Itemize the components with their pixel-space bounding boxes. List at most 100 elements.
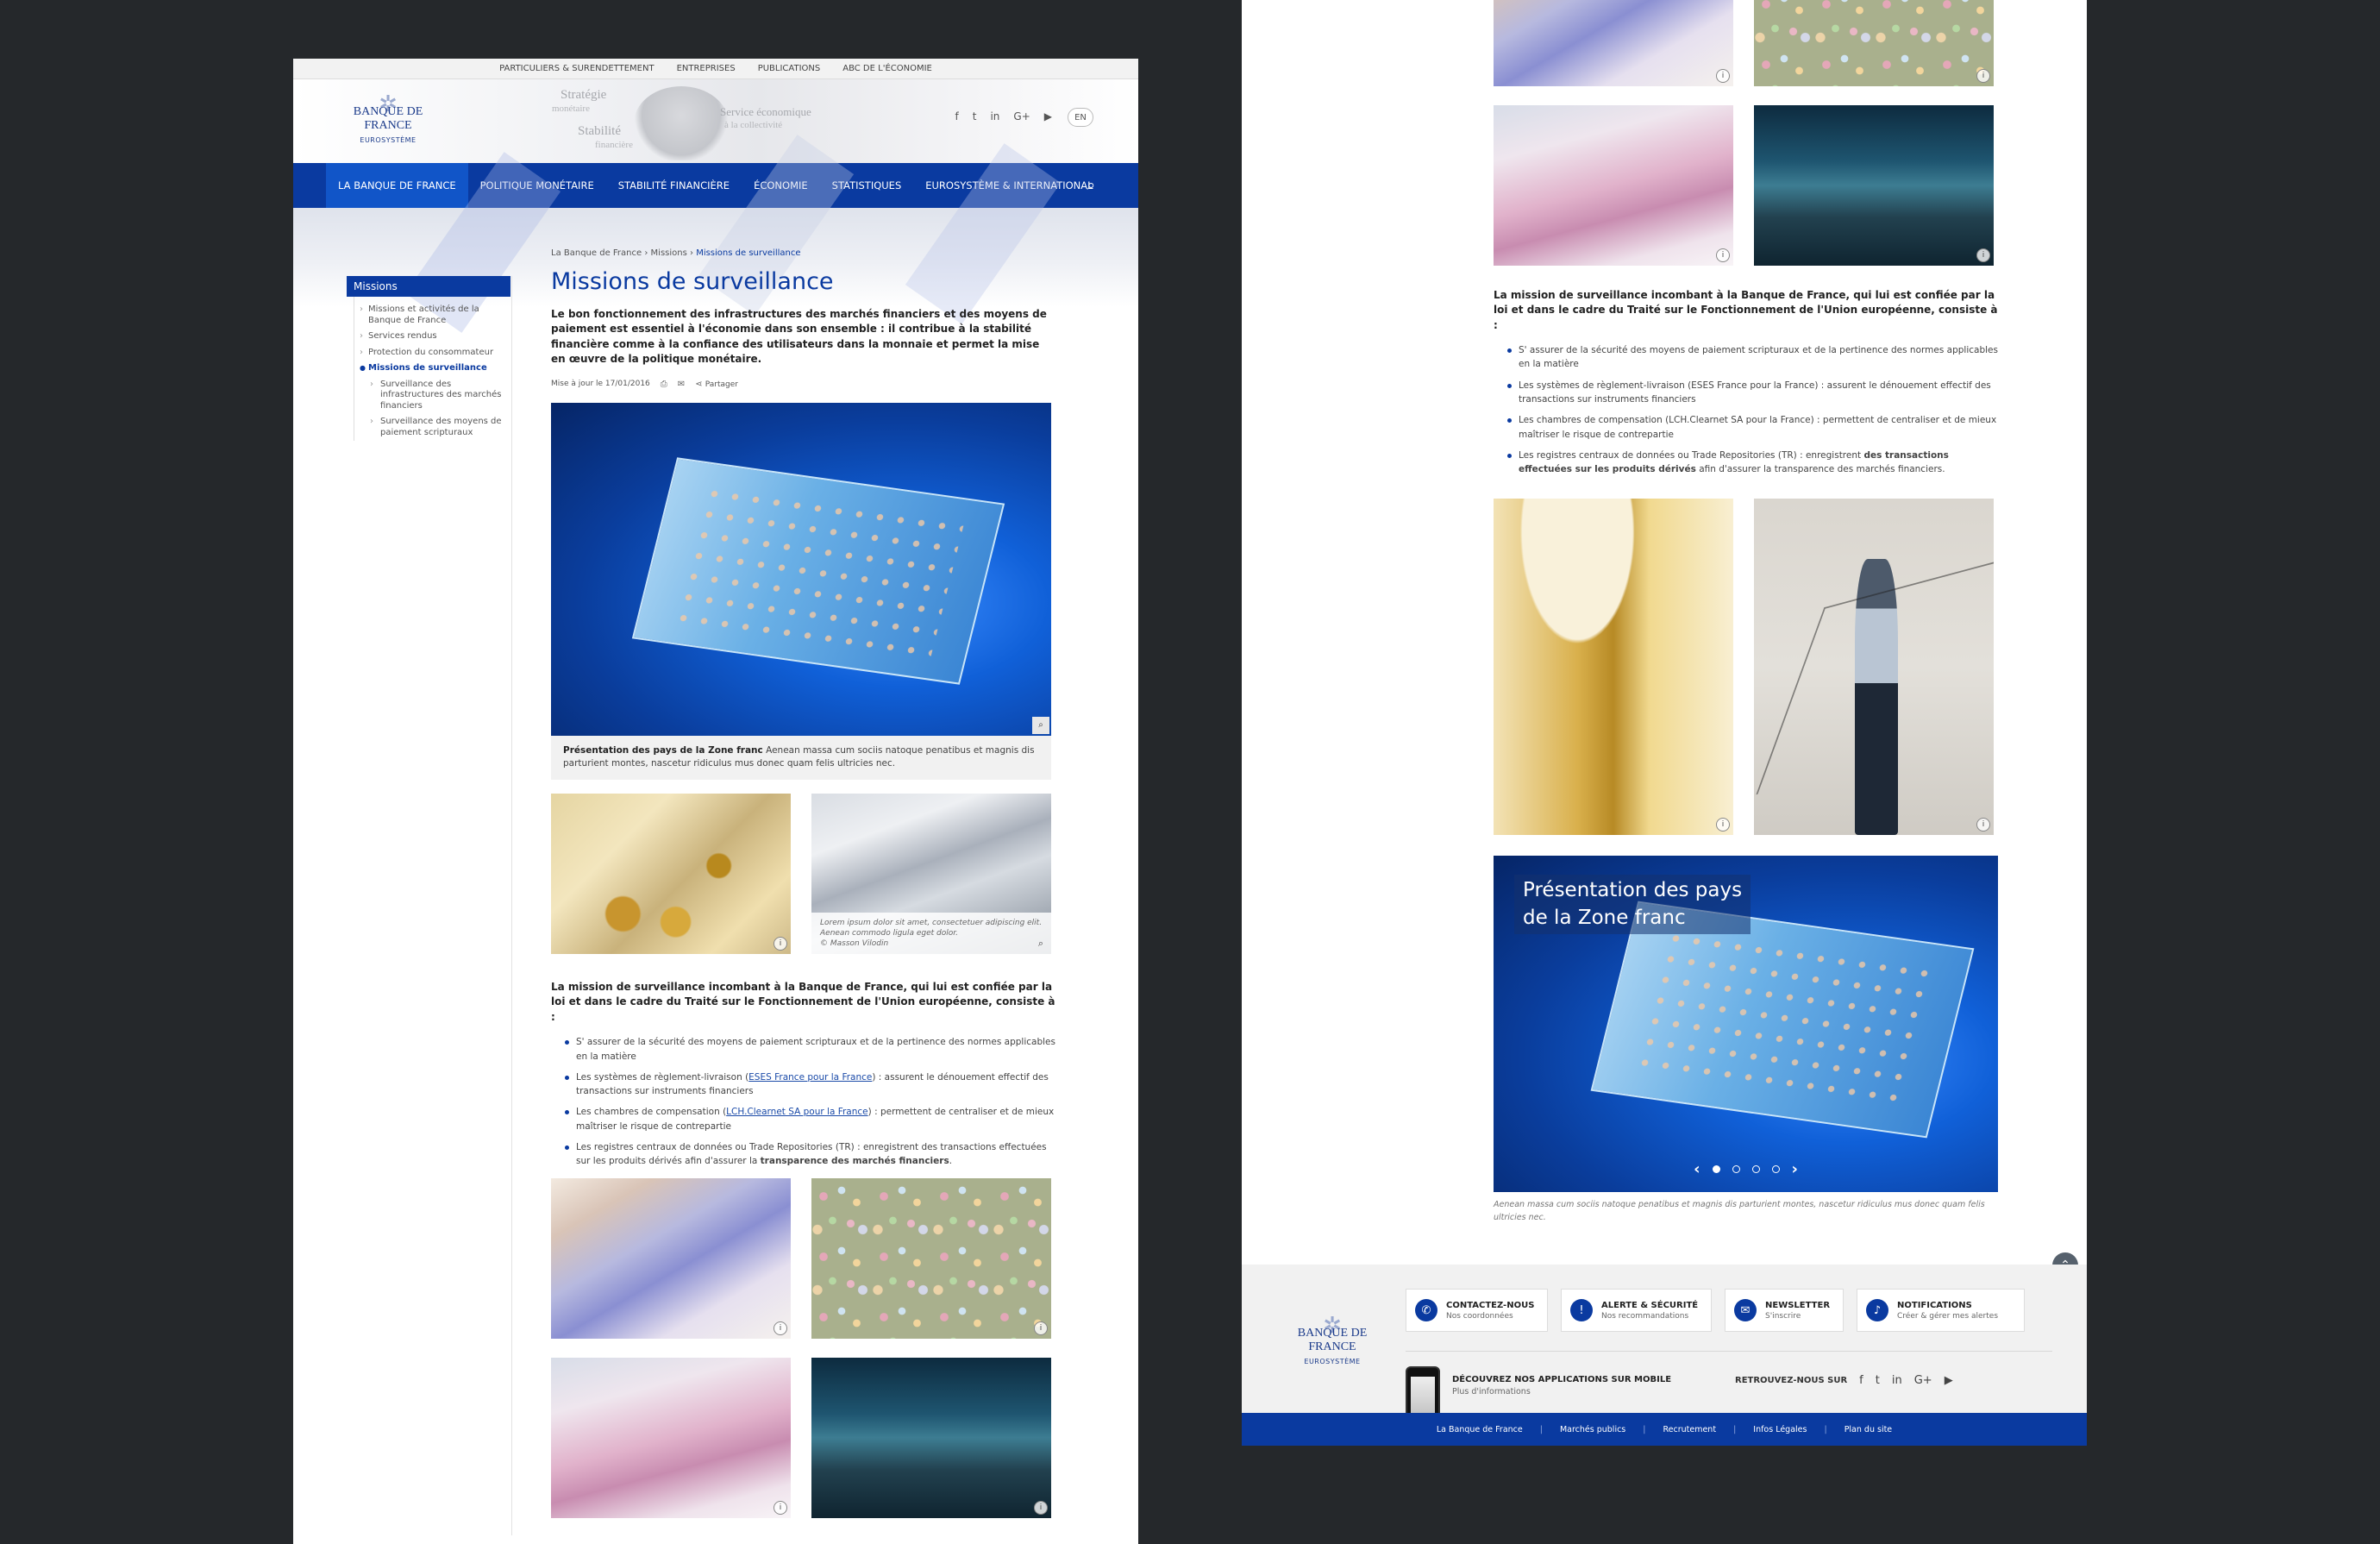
list-item-text: afin d'assurer la transparence des march… [1695, 464, 1945, 475]
googleplus-icon[interactable]: G+ [1914, 1374, 1932, 1387]
utility-link-publications[interactable]: PUBLICATIONS [758, 64, 821, 73]
carousel-title-line: de la Zone franc [1523, 907, 1686, 930]
social-links: f t in G+ ▶ [955, 110, 1053, 122]
carousel-title: Présentation des pays de la Zone franc [1514, 875, 1751, 934]
gallery-image-confetti[interactable]: i [811, 1178, 1051, 1340]
gallery-image-hologram[interactable]: i [1494, 0, 1733, 86]
utility-link-particuliers[interactable]: PARTICULIERS & SURENDETTEMENT [499, 64, 654, 73]
list-item: Les registres centraux de données ou Tra… [1507, 449, 1998, 477]
share-icon: ⋖ [695, 379, 705, 389]
utility-link-entreprises[interactable]: ENTREPRISES [677, 64, 736, 73]
info-icon[interactable]: i [774, 1321, 787, 1336]
bdf-logo[interactable]: ✲ BANQUE DE FRANCE EUROSYSTÈME [332, 93, 444, 144]
info-icon[interactable]: i [1716, 818, 1730, 832]
breadcrumb-chevron-icon: › [644, 248, 651, 258]
footer-link[interactable]: Recrutement [1663, 1425, 1716, 1434]
footer-tile-contact[interactable]: ✆ CONTACTEZ-NOUS Nos coordonnées [1406, 1289, 1548, 1332]
sidebar-item-protection-consommateur[interactable]: Protection du consommateur [360, 345, 510, 361]
email-icon[interactable]: ✉ [678, 380, 685, 389]
info-icon[interactable]: i [1976, 69, 1990, 83]
footer-link[interactable]: Marchés publics [1560, 1425, 1625, 1434]
eses-link[interactable]: ESES France pour la France [748, 1072, 872, 1083]
nav-item-stabilite-financiere[interactable]: STABILITÉ FINANCIÈRE [606, 163, 742, 208]
info-icon[interactable]: i [774, 937, 787, 951]
footer-separator: | [1824, 1424, 1827, 1434]
info-icon[interactable]: i [1716, 248, 1730, 262]
gallery-image-confetti[interactable]: i [1754, 0, 1994, 86]
follow-label: RETROUVEZ-NOUS SUR [1735, 1376, 1848, 1385]
twitter-icon[interactable]: t [1876, 1374, 1880, 1387]
lch-clearnet-link[interactable]: LCH.Clearnet SA pour la France [726, 1107, 867, 1117]
footer-link[interactable]: La Banque de France [1437, 1425, 1523, 1434]
footer-tile-alerte[interactable]: ! ALERTE & SÉCURITÉ Nos recommandations [1561, 1289, 1712, 1332]
bdf-logo[interactable]: ✲ BANQUE DE FRANCE EUROSYSTÈME [1276, 1315, 1388, 1365]
site-footer: ✲ BANQUE DE FRANCE EUROSYSTÈME ✆ CONTACT… [1242, 1265, 2087, 1446]
hero-image[interactable]: ⌕ [551, 402, 1051, 736]
info-icon[interactable]: i [1716, 69, 1730, 83]
gallery-image-printer[interactable]: Lorem ipsum dolor sit amet, consectetuer… [811, 794, 1051, 955]
footer-tile-sub: Nos recommandations [1601, 1311, 1689, 1321]
footer-divider [1406, 1351, 2052, 1352]
info-icon[interactable]: i [1034, 1321, 1048, 1336]
twitter-icon[interactable]: t [973, 110, 977, 122]
mission-list: S' assurer de la sécurité des moyens de … [551, 1035, 1055, 1168]
gallery-image-coins-clock[interactable]: i [1494, 499, 1733, 836]
breadcrumb-link[interactable]: Missions [651, 248, 687, 258]
sidebar-item-missions-activites[interactable]: Missions et activités de la Banque de Fr… [360, 302, 510, 329]
breadcrumb-link[interactable]: La Banque de France [551, 248, 642, 258]
list-item: S' assurer de la sécurité des moyens de … [1507, 343, 1998, 372]
language-switch-button[interactable]: EN [1068, 108, 1093, 127]
linkedin-icon[interactable]: in [990, 110, 999, 122]
gallery-image-factory[interactable]: i [1754, 105, 1994, 266]
info-icon[interactable]: i [1976, 248, 1990, 262]
carousel-dot[interactable] [1712, 1165, 1720, 1174]
sidebar-item-missions-surveillance[interactable]: Missions de surveillance [360, 361, 510, 377]
sidebar-title[interactable]: Missions [347, 276, 510, 297]
gallery-image-man-drawing[interactable]: i [1754, 499, 1994, 836]
chevron-left-icon[interactable]: ‹ [1694, 1160, 1700, 1178]
footer-tile-notifications[interactable]: ♪ NOTIFICATIONS Créer & gérer mes alertes [1857, 1289, 2025, 1332]
mobile-apps-link[interactable]: DÉCOUVREZ NOS APPLICATIONS SUR MOBILE Pl… [1452, 1375, 1671, 1397]
zoom-icon[interactable]: ⌕ [1032, 716, 1049, 734]
chevron-right-icon[interactable]: › [1792, 1160, 1798, 1178]
facebook-icon[interactable]: f [1859, 1374, 1863, 1387]
info-icon[interactable]: i [1976, 818, 1990, 832]
gallery-image-money[interactable]: i [551, 794, 791, 955]
search-icon[interactable]: ⌕ [1087, 177, 1095, 194]
youtube-icon[interactable]: ▶ [1044, 110, 1052, 122]
sidebar: Missions Missions et activités de la Ban… [347, 276, 510, 441]
youtube-icon[interactable]: ▶ [1945, 1374, 1953, 1387]
carousel-dot[interactable] [1771, 1165, 1780, 1174]
image-carousel[interactable]: Présentation des pays de la Zone franc ‹… [1494, 856, 1998, 1193]
phone-icon: ✆ [1415, 1299, 1437, 1321]
page-detail-view: PARTICULIERS & SURENDETTEMENT ENTREPRISE… [293, 59, 1138, 1544]
carousel-dot[interactable] [1732, 1165, 1740, 1174]
sidebar-item-surveillance-infrastructures[interactable]: Surveillance des infrastructures des mar… [360, 377, 510, 415]
sidebar-item-surveillance-moyens-paiement[interactable]: Surveillance des moyens de paiement scri… [360, 414, 510, 441]
image-caption-text: Lorem ipsum dolor sit amet, consectetuer… [820, 918, 1043, 938]
breadcrumb-current: Missions de surveillance [696, 248, 801, 258]
gallery-image-banknotes[interactable]: i [1494, 105, 1733, 266]
zoom-icon[interactable]: ⌕ [1034, 937, 1048, 951]
nav-item-banque-de-france[interactable]: LA BANQUE DE FRANCE [326, 163, 468, 208]
footer-tile-newsletter[interactable]: ✉ NEWSLETTER S'inscrire [1725, 1289, 1844, 1332]
share-button[interactable]: ⋖ Partager [695, 380, 738, 389]
facebook-icon[interactable]: f [955, 110, 959, 122]
info-icon[interactable]: i [1034, 1501, 1048, 1516]
footer-link[interactable]: Plan du site [1845, 1425, 1892, 1434]
footer-link[interactable]: Infos Légales [1753, 1425, 1807, 1434]
footer-tile-sub: S'inscrire [1765, 1311, 1801, 1321]
gallery-image-hologram[interactable]: i [551, 1178, 791, 1340]
sidebar-item-services-rendus[interactable]: Services rendus [360, 329, 510, 345]
footer-tile-title: NOTIFICATIONS [1897, 1300, 1972, 1310]
info-icon[interactable]: i [774, 1501, 787, 1516]
image-caption-credit: © Masson Vilodin [820, 938, 889, 948]
googleplus-icon[interactable]: G+ [1013, 110, 1030, 122]
utility-link-abc[interactable]: ABC DE L'ÉCONOMIE [842, 64, 932, 73]
print-icon[interactable]: ⎙ [661, 380, 667, 389]
footer-bottom-links: La Banque de France | Marchés publics | … [1242, 1413, 2087, 1446]
linkedin-icon[interactable]: in [1892, 1374, 1902, 1387]
gallery-image-factory[interactable]: i [811, 1358, 1051, 1519]
carousel-dot[interactable] [1751, 1165, 1760, 1174]
gallery-image-banknotes[interactable]: i [551, 1358, 791, 1519]
